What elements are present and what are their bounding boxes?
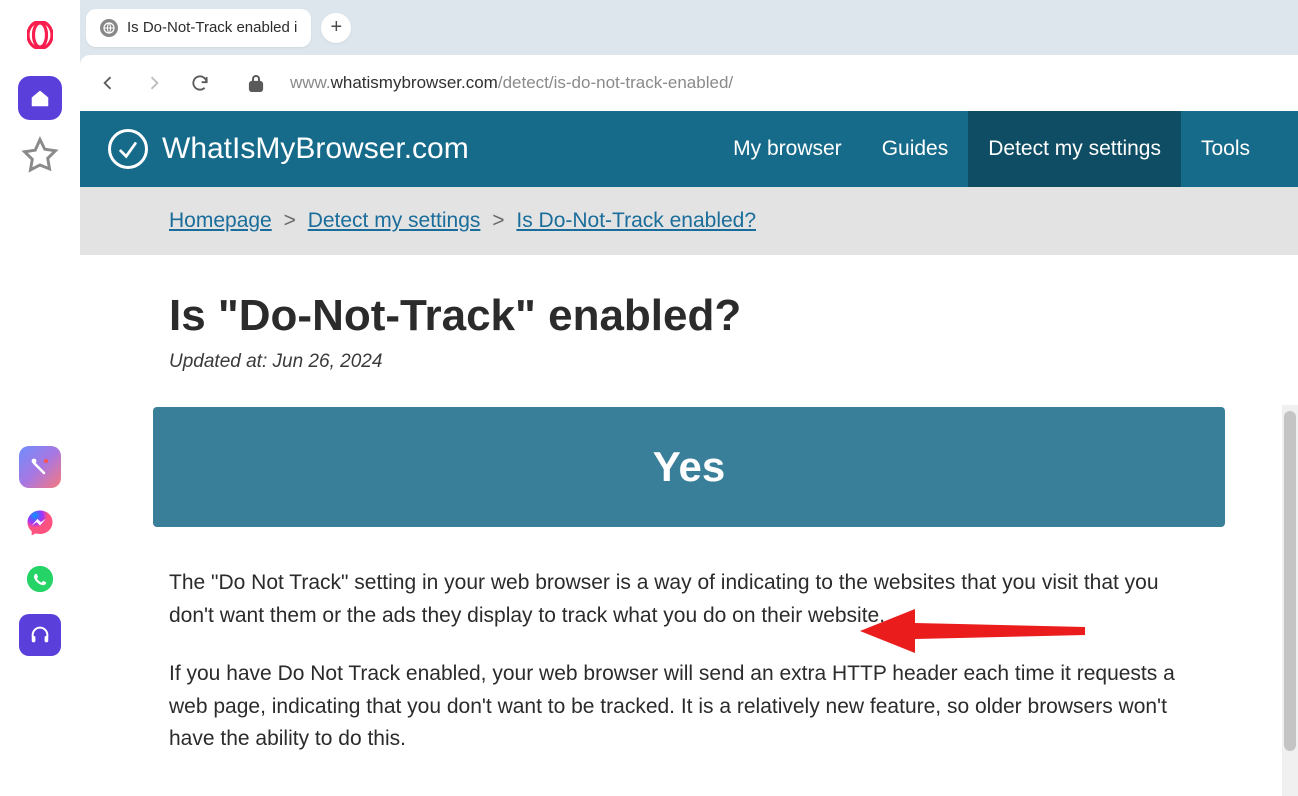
result-box: Yes — [153, 407, 1225, 527]
forward-button[interactable] — [142, 71, 166, 95]
globe-favicon-icon — [100, 19, 118, 37]
new-tab-button[interactable]: + — [321, 13, 351, 43]
bookmarks-icon[interactable] — [18, 134, 62, 178]
breadcrumb-detect[interactable]: Detect my settings — [308, 209, 481, 232]
url-display[interactable]: www.whatismybrowser.com/detect/is-do-not… — [290, 73, 733, 93]
home-button[interactable] — [18, 76, 62, 120]
breadcrumb: Homepage > Detect my settings > Is Do-No… — [169, 209, 1209, 233]
updated-at: Updated at: Jun 26, 2024 — [169, 351, 1209, 373]
site-brand[interactable]: WhatIsMyBrowser.com — [108, 129, 469, 169]
breadcrumb-current[interactable]: Is Do-Not-Track enabled? — [516, 209, 756, 232]
app-shortcut-1-icon[interactable] — [19, 446, 61, 488]
url-host: whatismybrowser.com — [331, 73, 498, 93]
page-viewport: WhatIsMyBrowser.com My browser Guides De… — [80, 111, 1298, 796]
site-nav: My browser Guides Detect my settings Too… — [713, 111, 1270, 187]
browser-main: Is Do-Not-Track enabled i + www.whatismy… — [80, 0, 1298, 796]
url-www: www. — [290, 73, 331, 93]
site-header: WhatIsMyBrowser.com My browser Guides De… — [80, 111, 1298, 187]
breadcrumb-sep: > — [492, 209, 504, 232]
breadcrumb-sep: > — [284, 209, 296, 232]
paragraph-2: If you have Do Not Track enabled, your w… — [169, 658, 1209, 756]
nav-guides[interactable]: Guides — [862, 111, 969, 187]
browser-tab[interactable]: Is Do-Not-Track enabled i — [86, 9, 311, 47]
scrollbar-thumb[interactable] — [1284, 411, 1296, 751]
site-brand-text: WhatIsMyBrowser.com — [162, 132, 469, 166]
browser-sidebar — [0, 0, 80, 796]
nav-my-browser[interactable]: My browser — [713, 111, 862, 187]
nav-tools[interactable]: Tools — [1181, 111, 1270, 187]
breadcrumb-homepage[interactable]: Homepage — [169, 209, 272, 232]
result-value: Yes — [653, 443, 725, 490]
headphones-icon[interactable] — [19, 614, 61, 656]
back-button[interactable] — [96, 71, 120, 95]
tab-strip: Is Do-Not-Track enabled i + — [80, 0, 1298, 55]
tab-title: Is Do-Not-Track enabled i — [127, 19, 297, 36]
url-path: /detect/is-do-not-track-enabled/ — [498, 73, 733, 93]
nav-detect-my-settings[interactable]: Detect my settings — [968, 111, 1181, 187]
breadcrumb-bar: Homepage > Detect my settings > Is Do-No… — [80, 187, 1298, 255]
messenger-icon[interactable] — [19, 502, 61, 544]
whatsapp-icon[interactable] — [19, 558, 61, 600]
reload-button[interactable] — [188, 71, 212, 95]
address-bar: www.whatismybrowser.com/detect/is-do-not… — [80, 55, 1298, 111]
page-title: Is "Do-Not-Track" enabled? — [169, 291, 1209, 341]
scrollbar[interactable] — [1282, 405, 1298, 796]
lock-icon[interactable] — [244, 71, 268, 95]
paragraph-1: The "Do Not Track" setting in your web b… — [169, 567, 1209, 632]
opera-logo-icon[interactable] — [25, 20, 55, 50]
site-logo-icon — [108, 129, 148, 169]
page-content: Is "Do-Not-Track" enabled? Updated at: J… — [80, 255, 1298, 796]
